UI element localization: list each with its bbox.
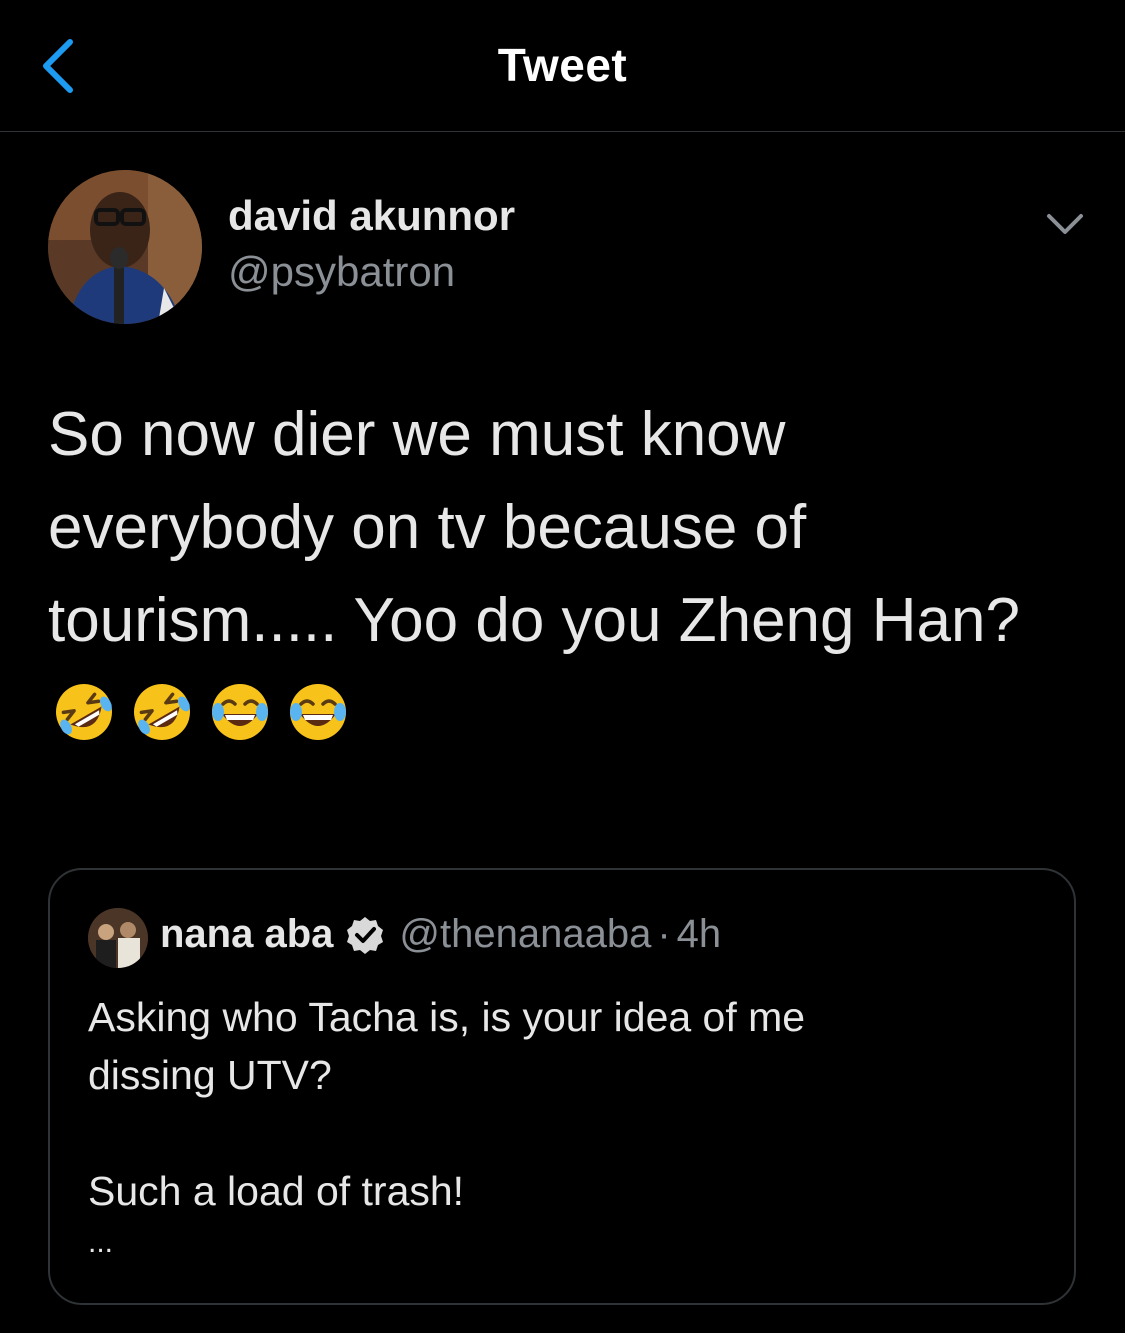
quoted-text-line: Asking who Tacha is, is your idea of me [88,994,806,1040]
chevron-down-icon [1047,214,1083,234]
quoted-text-spacer [88,1104,1038,1162]
more-options-button[interactable] [1043,206,1087,242]
quoted-tweet-header: nana aba @thenanaaba · 4h [160,912,721,957]
quoted-avatar[interactable] [88,908,148,968]
tweet-author: david akunnor @psybatron [48,170,1088,330]
quoted-text-ellipsis: ... [88,1226,114,1259]
quoted-text-line: Such a load of trash! [88,1168,465,1214]
tweet-emojis [52,680,350,746]
verified-badge-icon [347,916,384,954]
avatar[interactable] [48,170,202,324]
tears-of-joy-emoji-icon [212,684,268,740]
quoted-text-line: dissing UTV? [88,1052,332,1098]
page-title: Tweet [497,39,628,91]
quoted-tweet-card[interactable]: nana aba @thenanaaba · 4h Asking who Tac… [48,868,1076,1305]
quoted-author-name: nana aba [160,912,334,956]
rolling-on-floor-laughing-emoji-icon [134,684,190,740]
quoted-tweet-text: Asking who Tacha is, is your idea of me … [88,988,1038,1266]
author-name[interactable]: david akunnor [228,192,515,240]
tweet-text: So now dier we must know everybody on tv… [48,400,1020,655]
author-handle[interactable]: @psybatron [228,248,455,296]
navigation-bar: Tweet [0,0,1125,132]
rolling-on-floor-laughing-emoji-icon [56,684,112,740]
quoted-timestamp: 4h [676,912,722,956]
tears-of-joy-emoji-icon [290,684,346,740]
avatar-image [48,170,202,324]
quoted-author-handle: @thenanaaba [399,912,652,956]
separator-dot: · [657,912,671,956]
quoted-avatar-image [88,908,148,968]
